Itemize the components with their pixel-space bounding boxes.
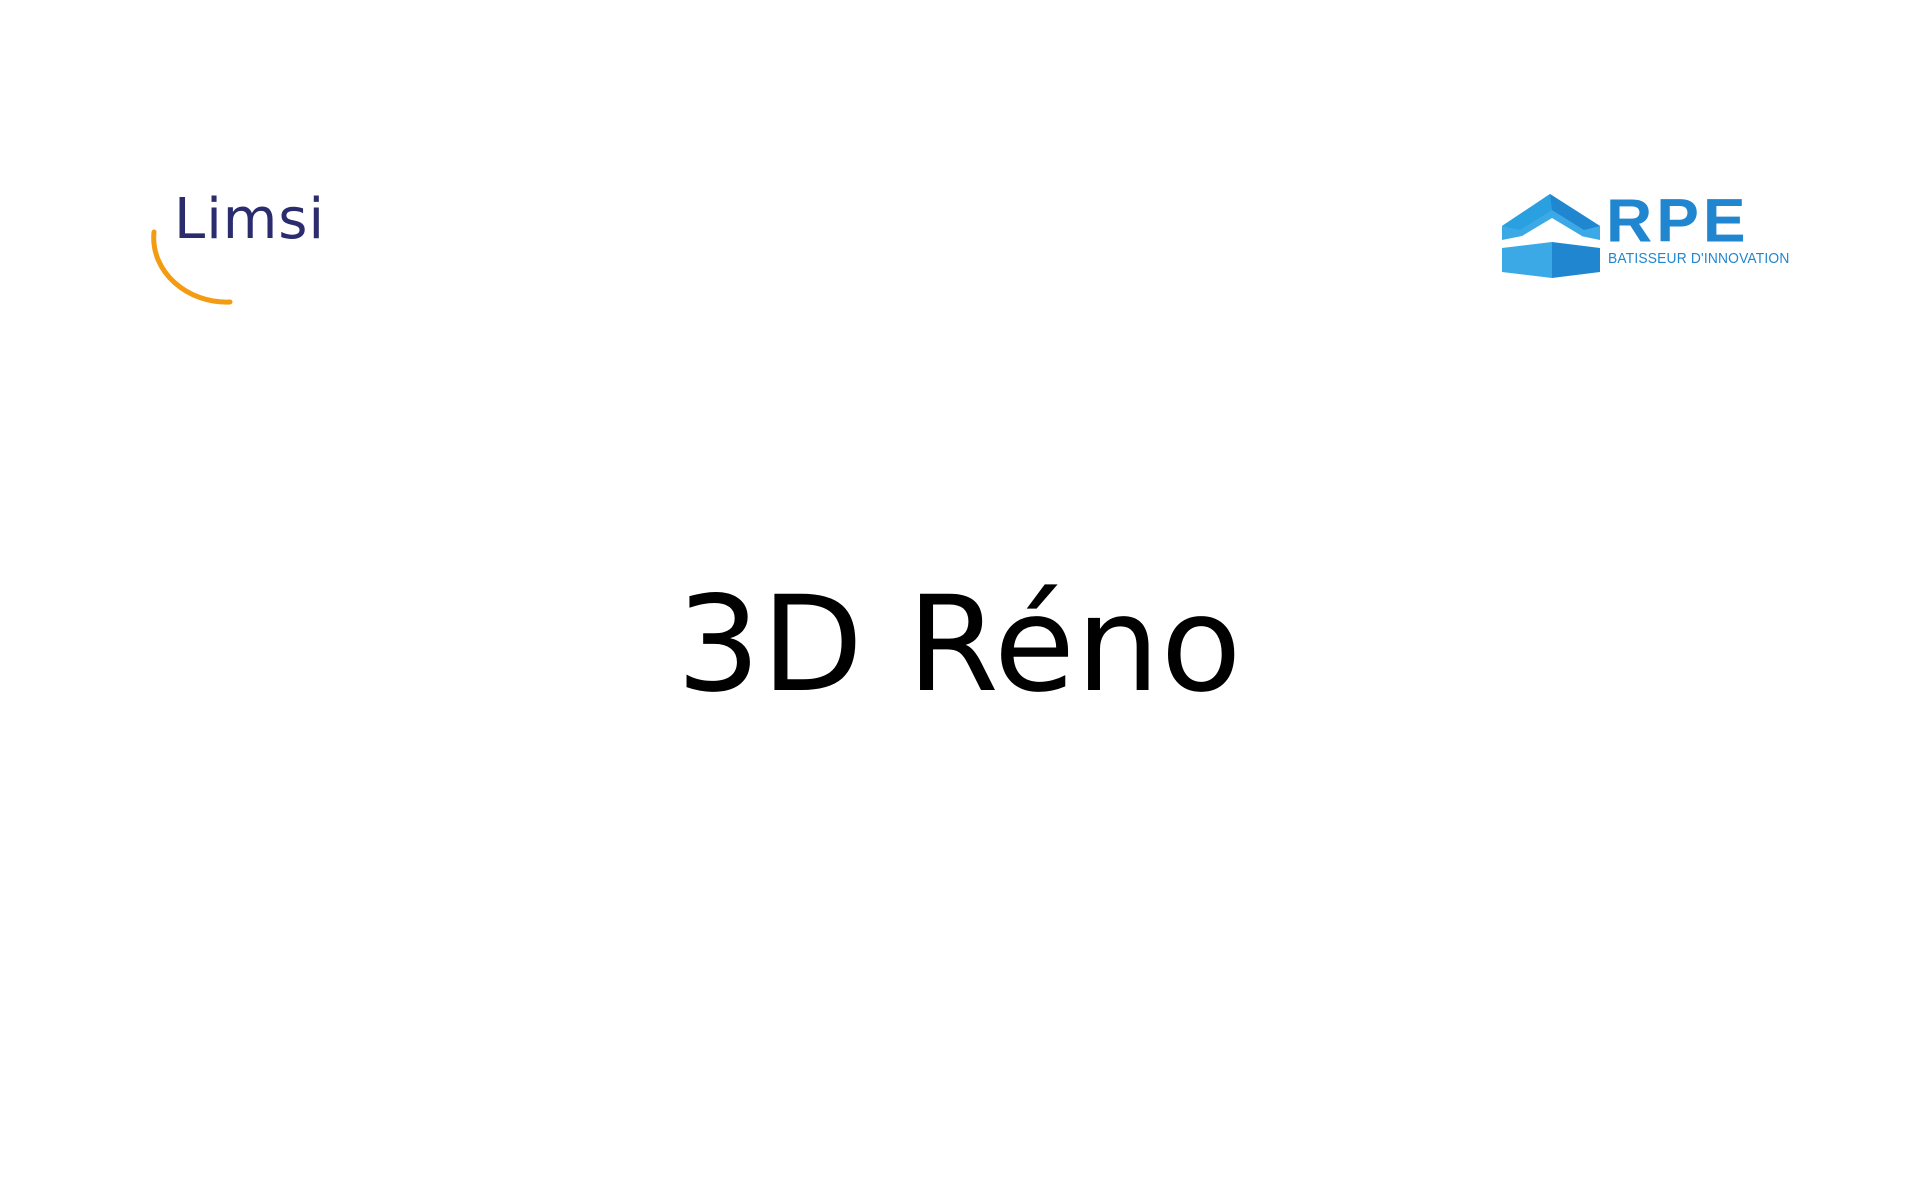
slide-title: 3D Réno xyxy=(676,568,1243,722)
rpe-tagline: BATISSEUR D'INNOVATION xyxy=(1608,250,1790,267)
rpe-house-icon xyxy=(1502,194,1600,278)
rpe-logo: RPE BATISSEUR D'INNOVATION xyxy=(1500,186,1789,290)
limsi-wordmark: Limsi xyxy=(174,187,326,252)
limsi-logo: Limsi xyxy=(148,192,358,306)
rpe-wordmark: RPE xyxy=(1606,186,1750,255)
